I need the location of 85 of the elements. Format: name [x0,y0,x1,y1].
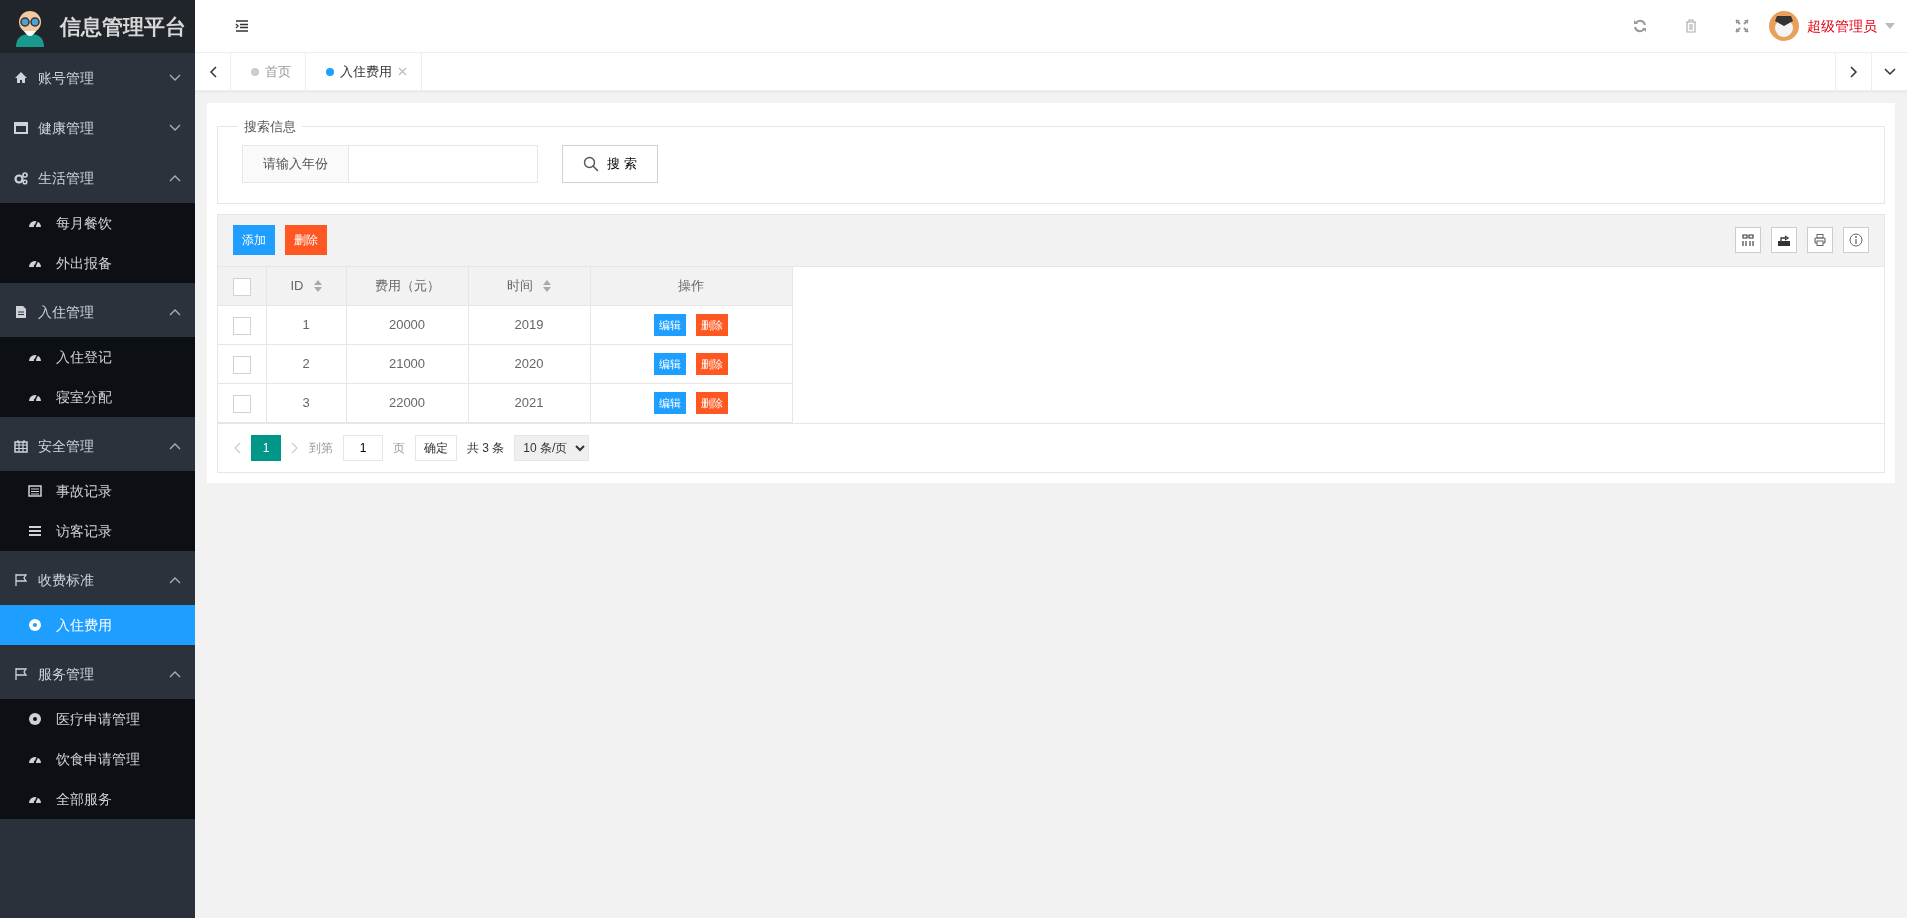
print-icon [1813,233,1827,247]
section-title: 搜索信息 [243,118,297,136]
close-icon[interactable] [398,67,407,76]
avatar-icon[interactable] [1769,11,1799,41]
table-cell: 1 [302,317,310,333]
total-count: 共 3 条 [467,440,505,457]
page-unit-label: 页 [393,440,405,457]
chevron-up-icon[interactable] [169,442,181,450]
calendar-icon [14,439,28,453]
row-checkbox[interactable] [232,355,251,374]
user-name[interactable]: 超级管理员 [1807,15,1877,37]
document-icon [14,305,28,319]
column-header[interactable]: 时间 [507,276,533,296]
scroll-left-button[interactable] [195,53,231,90]
year-input[interactable] [349,144,538,183]
tab-menu-button[interactable] [1871,53,1907,90]
menu-item[interactable]: 外出报备 [0,243,195,283]
sort-icon[interactable] [543,279,551,292]
table-cell: 2021 [514,395,544,411]
row-checkbox[interactable] [232,394,251,413]
chevron-left-icon[interactable] [233,442,241,454]
print-button[interactable] [1807,227,1833,253]
table-cell: 20000 [388,317,426,333]
page-input[interactable]: 1 [343,435,383,461]
window-icon [14,121,28,135]
circle-icon [28,618,42,632]
dot-icon [326,67,334,76]
menu-item[interactable]: 全部服务 [0,779,195,819]
menu-icon [28,524,42,538]
search-button[interactable]: 搜 索 [562,144,658,183]
refresh-icon[interactable] [1633,19,1647,33]
page-size-select[interactable]: 10 条/页 [514,435,590,461]
circle-icon [28,712,42,726]
flag-icon [14,573,28,587]
menu-item[interactable]: 访客记录 [0,511,195,551]
table-cell: 2020 [514,356,544,372]
confirm-button[interactable]: 确定 [415,435,457,461]
app-title: 信息管理平台 [60,13,186,40]
table-cell: 2019 [514,317,544,333]
menu-toggle-icon[interactable] [235,20,249,32]
menu-item[interactable]: 入住登记 [0,337,195,377]
row-checkbox[interactable] [232,316,251,335]
trash-icon[interactable] [1685,19,1697,33]
info-button[interactable] [1843,227,1869,253]
table-cell: 21000 [388,356,426,372]
table-cell: 22000 [388,395,426,411]
chevron-left-icon [208,65,217,78]
gears-icon [14,171,28,185]
page-button[interactable]: 1 [251,435,281,461]
columns-button[interactable] [1735,227,1761,253]
caret-down-icon[interactable] [1885,23,1895,29]
menu-item[interactable]: 医疗申请管理 [0,699,195,739]
chevron-up-icon[interactable] [169,308,181,316]
list-card-icon [28,484,42,498]
chevron-down-icon [1883,67,1896,76]
chevron-up-icon[interactable] [169,670,181,678]
fullscreen-icon[interactable] [1735,19,1749,33]
export-icon [1777,233,1791,247]
menu-item[interactable]: 寝室分配 [0,377,195,417]
table-cell: 3 [302,395,310,411]
chevron-down-icon[interactable] [169,124,181,132]
flag-icon [14,667,28,681]
dot-icon [251,67,259,76]
scroll-right-button[interactable] [1835,53,1871,90]
field-label: 请输入年份 [242,144,349,183]
menu-item[interactable]: 每月餐饮 [0,203,195,243]
info-icon [1849,233,1863,247]
chevron-right-icon [1849,65,1858,78]
sort-icon[interactable] [313,279,322,292]
chevron-up-icon[interactable] [169,576,181,584]
chevron-down-icon[interactable] [169,74,181,82]
home-icon [14,71,28,85]
column-header[interactable]: ID [290,276,304,296]
columns-icon [1741,233,1755,247]
goto-label: 到第 [309,440,333,457]
chevron-up-icon[interactable] [169,174,181,182]
menu-item[interactable]: 饮食申请管理 [0,739,195,779]
table-cell: 2 [302,356,310,372]
export-button[interactable] [1771,227,1797,253]
select-all-checkbox[interactable] [232,277,251,296]
chevron-right-icon[interactable] [291,442,299,454]
menu-item[interactable]: 事故记录 [0,471,195,511]
search-icon [583,155,600,172]
tab[interactable]: 入住费用 [306,53,422,90]
column-header[interactable]: 操作 [678,276,704,296]
